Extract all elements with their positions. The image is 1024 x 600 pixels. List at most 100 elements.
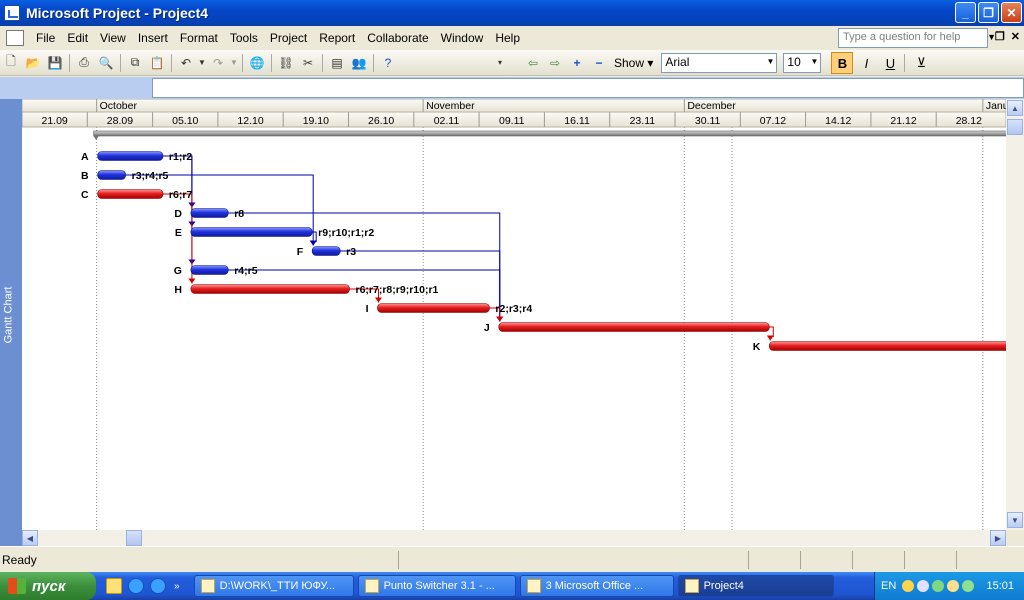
task-bar[interactable] [190,227,313,237]
restore-button[interactable]: ❐ [978,2,999,23]
project-app-icon[interactable] [4,5,20,21]
task-bar[interactable] [190,284,350,294]
scroll-left-arrow-icon[interactable]: ◀ [22,530,38,546]
scroll-right-arrow-icon[interactable]: ▶ [990,530,1006,546]
save-icon[interactable]: 💾 [44,52,66,74]
internet-explorer-icon[interactable] [128,578,144,594]
gantt-chart[interactable]: October November December Janua 21.09 28.09 05… [22,99,1006,530]
menu-window[interactable]: Window [435,31,490,45]
tray-expand-icon[interactable] [902,580,915,592]
resource-label: r6;r7;r8;r9;r10;r1 [356,284,439,296]
font-size-select[interactable]: 10 ▼ [783,53,822,73]
menu-collaborate[interactable]: Collaborate [361,31,434,45]
clock: 15:01 [986,580,1014,592]
taskbar-item-project[interactable]: Project4 [677,575,834,597]
horizontal-scroll-thumb[interactable] [126,530,142,546]
help-search-input[interactable]: Type a question for help [838,28,988,48]
volume-tray-icon[interactable] [947,580,960,592]
vertical-scroll-thumb[interactable] [1007,119,1023,135]
font-name-select[interactable]: Arial ▼ [661,53,778,73]
bold-button[interactable]: B [831,52,854,74]
menu-insert[interactable]: Insert [132,31,174,45]
menu-bar: File Edit View Insert Format Tools Proje… [0,26,1024,50]
toolbar-separator [904,54,906,72]
menu-file[interactable]: File [30,31,61,45]
task-bar[interactable] [768,341,1006,351]
horizontal-scrollbar[interactable]: ◀ ▶ [22,530,1006,546]
show-button[interactable]: Show ▾ [610,56,657,70]
vertical-scrollbar[interactable]: ▲ ▼ [1006,99,1024,530]
show-subtasks-icon[interactable]: + [566,52,588,74]
scroll-left-icon[interactable]: ⇦ [522,52,544,74]
italic-button[interactable]: I [855,52,877,74]
start-button[interactable]: пуск [0,572,96,600]
view-bar[interactable]: Gantt Chart [0,99,22,546]
menu-view[interactable]: View [94,31,132,45]
underline-button[interactable]: U [879,52,901,74]
mdi-restore-icon[interactable]: ❐ [995,30,1005,43]
task-name-label: I [366,303,369,315]
open-icon[interactable]: 📂 [22,52,44,74]
paste-icon[interactable]: 📋 [146,52,168,74]
scroll-up-icon[interactable]: ▲ [1007,100,1023,116]
redo-icon[interactable]: ↷ [207,52,229,74]
task-bar[interactable] [190,265,229,275]
menu-report[interactable]: Report [313,31,361,45]
browser-icon[interactable] [150,578,166,594]
link-tasks-icon[interactable]: ⛓ [275,52,297,74]
entry-field[interactable] [152,78,1024,98]
task-bar[interactable] [377,303,490,313]
hyperlink-icon[interactable]: 🌐 [246,52,268,74]
help-icon[interactable]: ? [377,52,399,74]
menu-edit[interactable]: Edit [61,31,94,45]
quick-launch-expand-icon[interactable]: » [174,581,180,592]
unlink-tasks-icon[interactable]: ✂ [297,52,319,74]
week-label: 19.10 [303,115,329,127]
task-name-label: F [297,246,304,258]
task-bar[interactable] [498,322,770,332]
scroll-right-icon[interactable]: ⇨ [544,52,566,74]
taskbar-item-explorer[interactable]: D:\WORK\_ТТИ ЮФУ... [193,575,354,597]
menu-project[interactable]: Project [264,31,313,45]
project-summary-bar[interactable] [93,130,1006,137]
office-icon [526,579,541,593]
minimize-button[interactable]: _ [955,2,976,23]
print-icon[interactable]: ⎙ [73,52,95,74]
mdi-close-icon[interactable]: ✕ [1011,30,1020,43]
task-bar[interactable] [97,170,126,180]
security-tray-icon[interactable] [962,580,975,592]
scroll-corner [1006,530,1024,546]
document-icon[interactable] [6,30,24,46]
taskbar-item-punto[interactable]: Punto Switcher 3.1 - ... [357,575,516,597]
menu-help[interactable]: Help [489,31,526,45]
language-indicator[interactable]: EN [881,580,896,592]
task-bar[interactable] [97,189,164,199]
task-name-label: D [174,208,182,220]
menu-tools[interactable]: Tools [224,31,264,45]
view-bar-label: Gantt Chart [2,286,15,344]
flag-tray-icon[interactable] [917,580,930,592]
summary-start-marker [93,136,99,140]
folder-icon[interactable] [106,578,122,594]
task-info-icon[interactable]: ▤ [326,52,348,74]
menu-format[interactable]: Format [174,31,224,45]
undo-icon[interactable]: ↶ [175,52,197,74]
undo-dropdown-icon[interactable]: ▼ [197,52,207,74]
taskbar-item-label: D:\WORK\_ТТИ ЮФУ... [219,580,336,592]
close-button[interactable]: ✕ [1001,2,1022,23]
scroll-down-icon[interactable]: ▼ [1007,512,1023,528]
new-icon[interactable]: 🗋 [0,52,22,74]
link-arrowhead [309,240,317,246]
print-preview-icon[interactable]: 🔍 [95,52,117,74]
redo-dropdown-icon[interactable]: ▼ [229,52,239,74]
network-tray-icon[interactable] [932,580,945,592]
copy-icon[interactable]: ⧉ [124,52,146,74]
filter-icon[interactable]: ⊻ [910,52,932,74]
task-bar[interactable] [190,208,229,218]
task-bar[interactable] [97,151,164,161]
assign-resources-icon[interactable]: 👥 [348,52,370,74]
toolbar-options-icon[interactable]: ▾ [489,52,511,74]
task-bar[interactable] [311,246,341,256]
taskbar-item-office[interactable]: 3 Microsoft Office ... [519,575,674,597]
hide-subtasks-icon[interactable]: − [588,52,610,74]
